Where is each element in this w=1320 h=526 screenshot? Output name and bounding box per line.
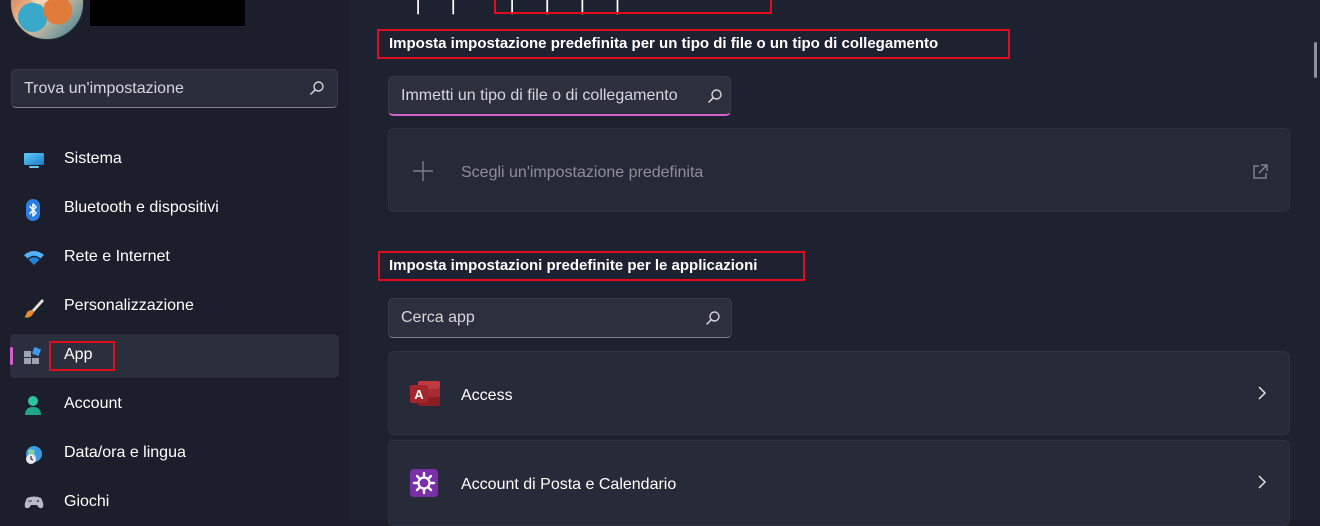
chevron-right-icon — [1257, 474, 1267, 495]
app-row-mail-calendar[interactable]: Account di Posta e Calendario — [388, 440, 1290, 526]
highlight-box — [494, 0, 772, 14]
sidebar-item-account[interactable]: Account — [10, 383, 339, 427]
settings-search-input[interactable]: Trova un'impostazione — [11, 69, 338, 108]
vertical-scrollbar[interactable] — [1314, 42, 1317, 78]
settings-search-placeholder: Trova un'impostazione — [24, 80, 184, 97]
search-icon[interactable] — [309, 80, 325, 101]
sidebar-item-personalizzazione[interactable]: Personalizzazione — [10, 285, 339, 329]
sidebar-item-data-ora-lingua[interactable]: Data/ora e lingua — [10, 432, 339, 476]
user-avatar[interactable] — [10, 0, 84, 40]
chevron-right-icon — [1257, 385, 1267, 406]
sidebar-item-label: Giochi — [64, 493, 110, 510]
wifi-icon — [23, 248, 44, 268]
apps-icon — [23, 346, 43, 366]
sidebar-item-label: Personalizzazione — [64, 297, 194, 314]
selected-indicator — [10, 347, 13, 365]
file-type-input[interactable]: Immetti un tipo di file o di collegament… — [388, 76, 731, 116]
monitor-icon — [23, 150, 44, 170]
sidebar-item-rete-internet[interactable]: Rete e Internet — [10, 236, 339, 280]
file-type-input-placeholder: Immetti un tipo di file o di collegament… — [401, 87, 678, 104]
page-title-fragment: ↑ ↑ — [408, 0, 466, 22]
app-search-input[interactable]: Cerca app — [388, 298, 732, 338]
svg-text:A: A — [414, 387, 424, 402]
sidebar-item-label: Sistema — [64, 150, 122, 167]
app-row-access[interactable]: A Access — [388, 351, 1290, 435]
sidebar-item-label: Data/ora e lingua — [64, 444, 186, 461]
user-name-redacted — [90, 0, 245, 26]
sidebar-item-app[interactable]: App — [10, 334, 339, 378]
plus-icon — [411, 159, 435, 188]
app-search-placeholder: Cerca app — [401, 309, 475, 326]
app-name: Account di Posta e Calendario — [461, 476, 677, 493]
sidebar-item-label: Bluetooth e dispositivi — [64, 199, 219, 216]
access-app-icon: A — [409, 379, 441, 414]
search-icon[interactable] — [705, 310, 721, 331]
gamepad-icon — [23, 493, 44, 513]
choose-default-label: Scegli un'impostazione predefinita — [461, 164, 704, 181]
external-link-icon — [1251, 163, 1269, 186]
person-icon — [23, 395, 43, 415]
bluetooth-icon — [23, 199, 43, 221]
sidebar-item-bluetooth[interactable]: Bluetooth e dispositivi — [10, 187, 339, 231]
sidebar-item-label: Rete e Internet — [64, 248, 170, 265]
mail-calendar-settings-icon — [409, 468, 439, 503]
file-type-section-title: Imposta impostazione predefinita per un … — [389, 35, 939, 52]
highlight-box — [49, 341, 115, 371]
search-icon[interactable] — [707, 88, 723, 109]
choose-default-card: Scegli un'impostazione predefinita — [388, 128, 1290, 212]
apps-section-title: Imposta impostazioni predefinite per le … — [389, 257, 758, 274]
app-name: Access — [461, 387, 513, 404]
globe-clock-icon — [23, 444, 43, 464]
sidebar-item-giochi[interactable]: Giochi — [10, 481, 339, 525]
sidebar-item-sistema[interactable]: Sistema — [10, 138, 339, 182]
paintbrush-icon — [23, 297, 44, 318]
sidebar-item-label: Account — [64, 395, 122, 412]
